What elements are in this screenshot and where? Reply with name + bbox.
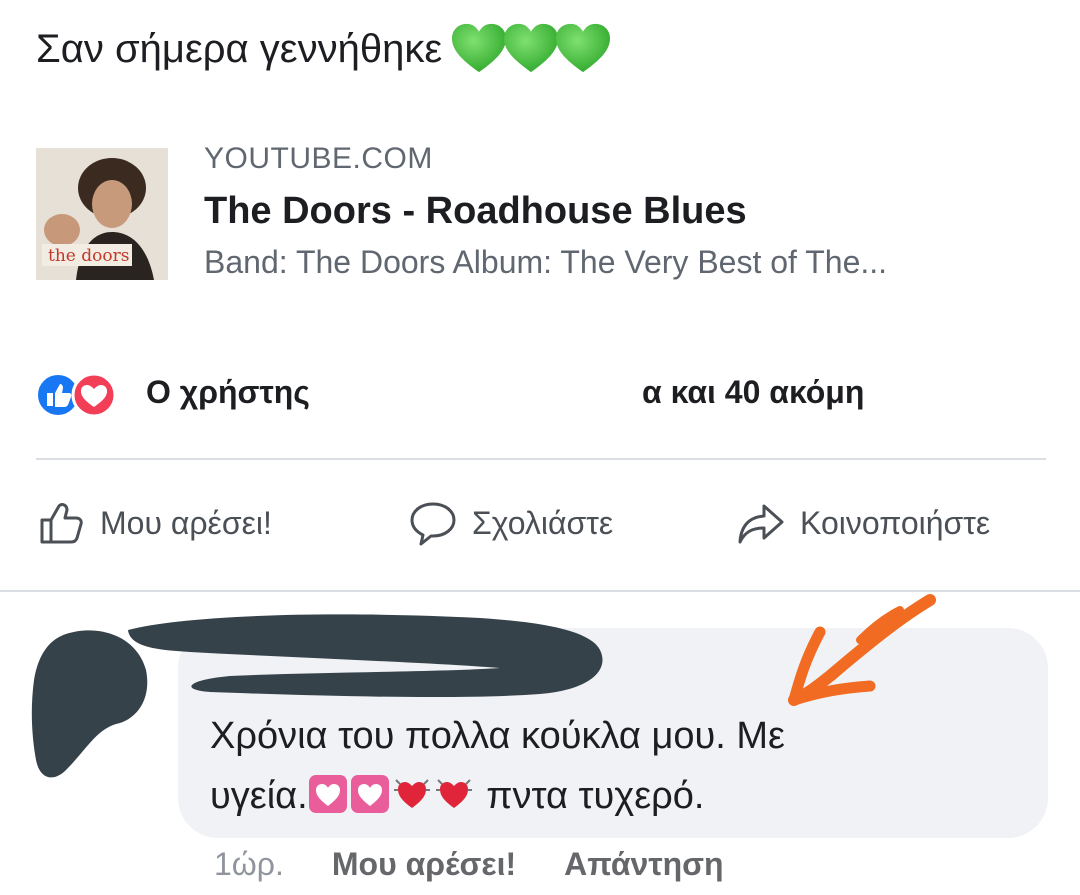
reaction-names-suffix[interactable]: α και 40 ακόμη [642,374,864,411]
comment-like-link[interactable]: Μου αρέσει! [332,846,516,883]
link-thumbnail[interactable]: the doors [36,148,168,280]
comment-meta: 1ώρ. Μου αρέσει! Απάντηση [214,846,724,883]
comment-icon [410,502,456,546]
comment-line-1: Χρόνια του πολλα κούκλα μου. Με [210,715,785,757]
album-cover-image: the doors [36,148,168,280]
green-heart-icon [504,23,559,73]
link-preview[interactable]: the doors YOUTUBE.COM The Doors - Roadho… [36,140,1046,290]
link-description: Band: The Doors Album: The Very Best of … [204,244,888,280]
comment-line-2-start: υγεία. [210,775,308,817]
comment-line-2-end: πντα τυχερό. [486,775,705,817]
link-title[interactable]: The Doors - Roadhouse Blues [204,190,747,233]
thumbnail-text: the doors [48,246,129,266]
like-button-label: Μου αρέσει! [100,504,272,541]
post-text: Σαν σήμερα γεννήθηκε [36,22,612,76]
reaction-names-prefix[interactable]: Ο χρήστης [146,374,310,411]
green-hearts [452,22,612,76]
post-text-content: Σαν σήμερα γεννήθηκε [36,26,443,71]
thumbs-up-icon [40,503,83,544]
heart-decoration-icon [308,775,347,813]
share-button[interactable]: Κοινοποιήστε [736,498,990,548]
heart-decoration-icon [350,775,389,813]
orange-arrow-icon [788,594,936,706]
redacted-name [128,614,603,698]
green-heart-icon [452,23,507,73]
reaction-icons [36,372,117,418]
divider [36,458,1046,460]
reactions-summary[interactable]: Ο χρήστης α και 40 ακόμη [36,370,1046,422]
comment-button[interactable]: Σχολιάστε [408,498,613,548]
comment-timestamp[interactable]: 1ώρ. [214,846,284,883]
share-button-label: Κοινοποιήστε [800,504,991,541]
link-domain: YOUTUBE.COM [204,142,433,175]
comment-button-label: Σχολιάστε [472,504,614,541]
post-actions: Μου αρέσει! Σχολιάστε Κοινοποιήστε [36,498,1066,554]
love-reaction-icon [71,372,117,418]
like-button[interactable]: Μου αρέσει! [36,498,272,548]
beating-heart-icon [393,779,430,808]
beating-heart-icon [435,779,472,808]
green-heart-icon [556,23,611,73]
comment-line-2: υγεία. πντα τυχερό. [210,766,1010,826]
share-icon [738,504,784,544]
comment-text: Χρόνια του πολλα κούκλα μου. Με υγεία. π… [210,706,1010,826]
comment-reply-link[interactable]: Απάντηση [564,846,723,883]
